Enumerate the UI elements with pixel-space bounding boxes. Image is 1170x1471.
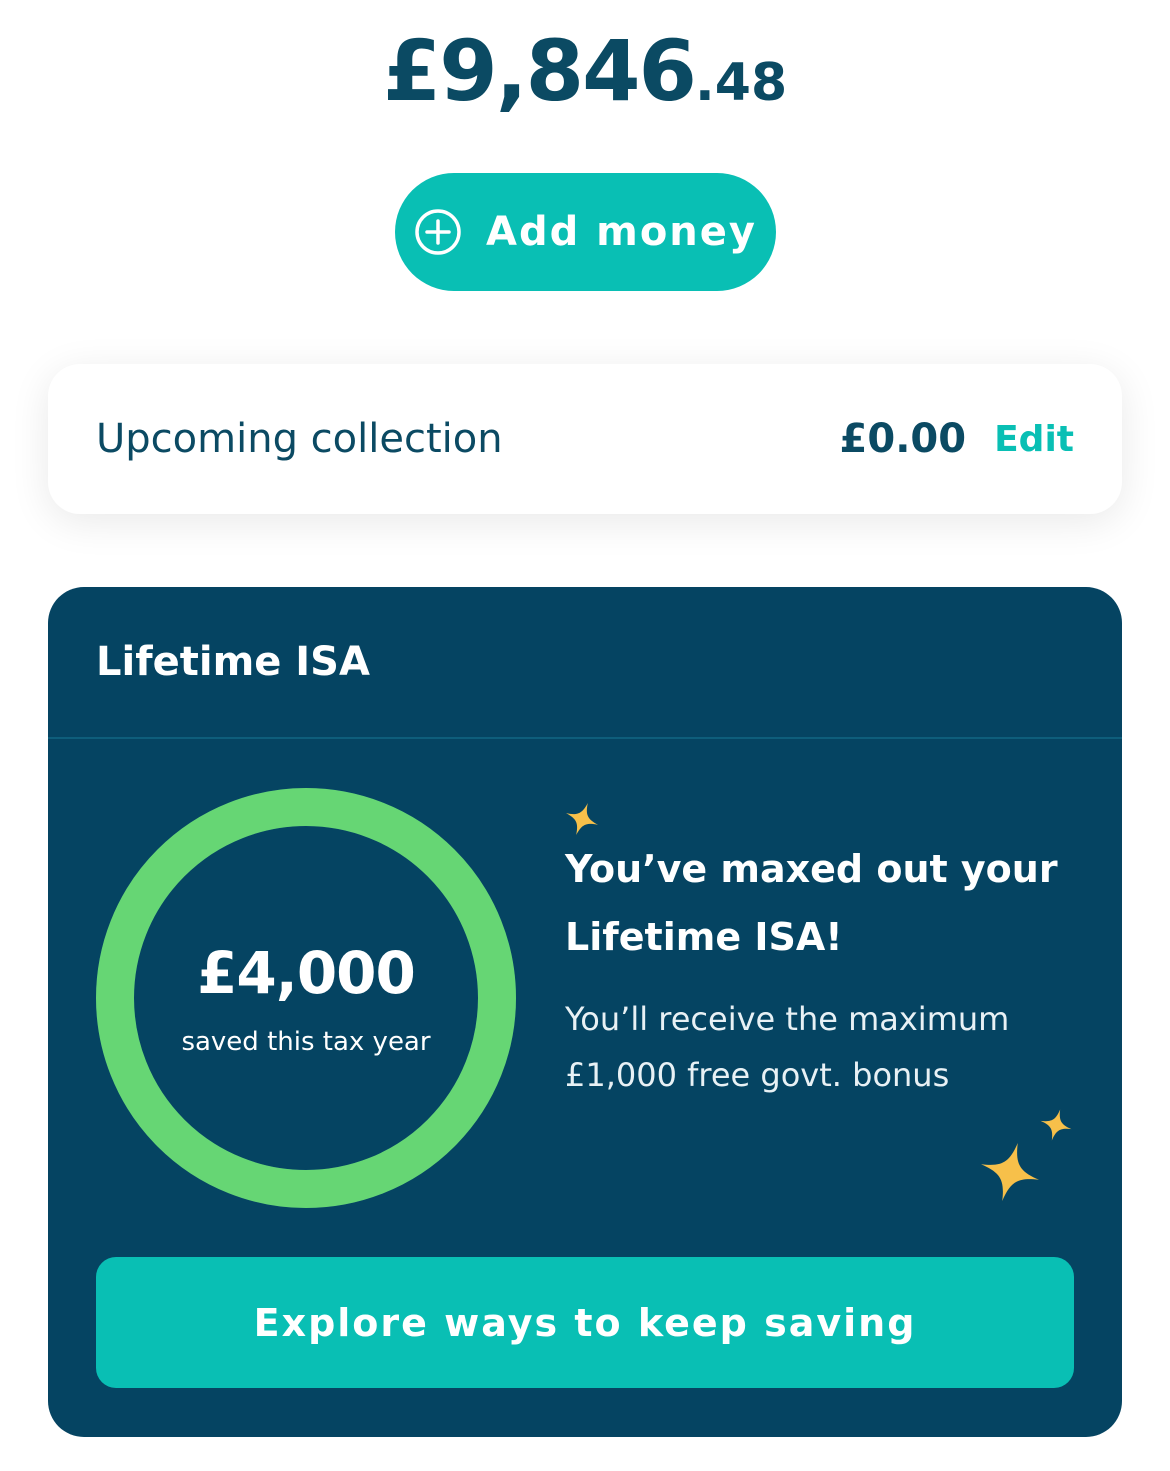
saved-caption: saved this tax year [181,1027,431,1057]
lifetime-isa-card: Lifetime ISA £4,000 saved this tax year … [48,587,1122,1437]
bonus-description: You’ll receive the maximum £1,000 free g… [565,1000,1010,1094]
lisa-card-header: Lifetime ISA [48,587,1122,739]
sparkle-icon [981,1143,1039,1201]
upcoming-collection-card: Upcoming collection £0.00 Edit [48,364,1122,514]
lisa-card-title: Lifetime ISA [96,639,370,685]
lisa-account-screen: £9,846.48 Add money Upcoming collection … [0,0,1170,1471]
explore-saving-label: Explore ways to keep saving [253,1300,917,1345]
explore-saving-button[interactable]: Explore ways to keep saving [96,1257,1074,1388]
add-money-label: Add money [486,209,757,255]
plus-circle-icon [415,209,461,255]
balance-pence: .48 [695,53,788,113]
lisa-maxed-message: You’ve maxed out your Lifetime ISA! You’… [565,835,1085,1103]
lisa-progress-ring: £4,000 saved this tax year [95,787,517,1209]
balance-whole: £9,846 [382,22,697,120]
saved-amount: £4,000 [197,939,416,1007]
sparkle-icon [566,803,598,835]
progress-ring-label: £4,000 saved this tax year [95,787,517,1209]
upcoming-collection-label: Upcoming collection [96,416,503,462]
edit-collection-link[interactable]: Edit [994,419,1074,460]
add-money-button[interactable]: Add money [395,173,776,291]
sparkle-icon [1040,1109,1072,1141]
account-balance: £9,846.48 [0,22,1170,120]
maxed-out-title: You’ve maxed out your Lifetime ISA! [565,847,1058,959]
upcoming-collection-amount: £0.00 [839,416,967,462]
